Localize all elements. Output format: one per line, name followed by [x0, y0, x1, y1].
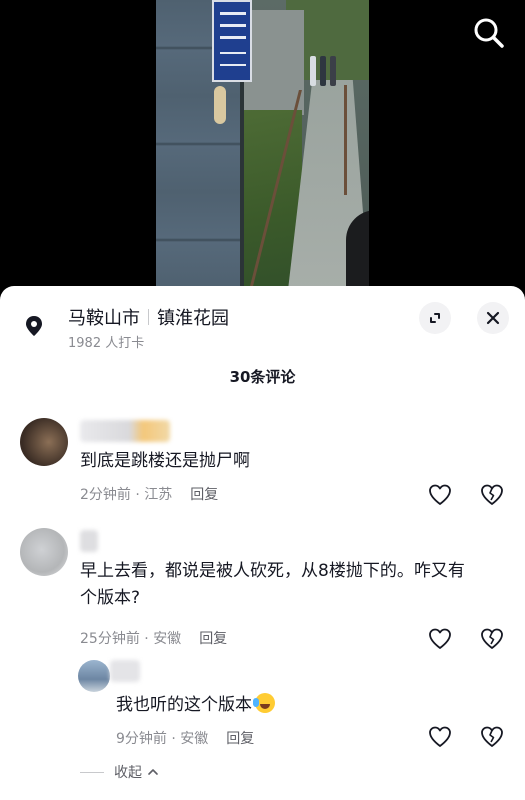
- like-heart-icon[interactable]: [427, 482, 453, 508]
- close-icon: [486, 311, 500, 325]
- street-sign: [212, 0, 252, 82]
- close-button[interactable]: [477, 302, 509, 334]
- reply-button[interactable]: 回复: [226, 731, 254, 747]
- collapse-replies-button[interactable]: 收起: [80, 762, 160, 782]
- comment-region: 江苏: [144, 487, 173, 503]
- comment-time: 2分钟前: [80, 487, 131, 503]
- expand-button[interactable]: [419, 302, 451, 334]
- reply-text: 我也听的这个版本: [116, 692, 275, 719]
- reply-time: 9分钟前: [116, 731, 167, 747]
- comment-text: 到底是跳楼还是抛尸啊: [80, 451, 250, 471]
- crying-laughing-emoji: [253, 693, 275, 713]
- video-frame: [156, 0, 369, 290]
- avatar[interactable]: [20, 528, 68, 576]
- collapse-label: 收起: [114, 765, 142, 781]
- dislike-broken-heart-icon[interactable]: [479, 482, 505, 508]
- location-city: 马鞍山市: [68, 308, 140, 329]
- location-place: 镇淮花园: [157, 308, 229, 329]
- username-redacted[interactable]: [80, 420, 170, 442]
- username-redacted[interactable]: [80, 530, 98, 552]
- video-player[interactable]: [0, 0, 525, 300]
- comment-region: 安徽: [153, 631, 182, 647]
- comment-text: 早上去看，都说是被人砍死，从8楼抛下的。咋又有个版本?: [80, 561, 465, 608]
- dislike-broken-heart-icon[interactable]: [479, 626, 505, 652]
- location-title[interactable]: 马鞍山市 镇淮花园: [68, 304, 229, 330]
- search-icon[interactable]: [466, 10, 510, 54]
- dislike-broken-heart-icon[interactable]: [479, 724, 505, 750]
- chevron-up-icon: [148, 769, 158, 775]
- avatar[interactable]: [78, 660, 110, 692]
- reply-button[interactable]: 回复: [199, 631, 227, 647]
- comment-time: 25分钟前: [80, 631, 140, 647]
- location-pin-icon: [22, 314, 46, 338]
- reply-button[interactable]: 回复: [190, 487, 218, 503]
- divider: [80, 771, 104, 773]
- comment-count-title: 30条评论: [229, 368, 296, 386]
- like-heart-icon[interactable]: [427, 724, 453, 750]
- checkin-count: 1982 人打卡: [68, 336, 145, 351]
- divider: [148, 309, 149, 325]
- like-heart-icon[interactable]: [427, 626, 453, 652]
- reply-region: 安徽: [180, 731, 209, 747]
- username-redacted[interactable]: [110, 660, 140, 682]
- avatar[interactable]: [20, 418, 68, 466]
- comment-sheet: 马鞍山市 镇淮花园 1982 人打卡 30条评论 到底是跳楼还是抛尸啊 2分钟前 …: [0, 286, 525, 800]
- expand-icon: [430, 313, 440, 323]
